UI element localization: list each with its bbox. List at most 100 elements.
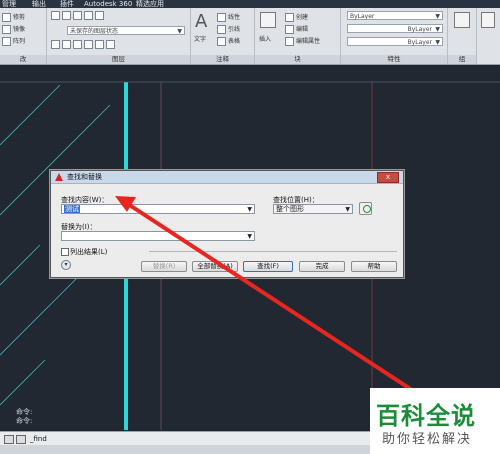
layer-icon	[73, 40, 82, 49]
mirror-icon	[2, 25, 11, 34]
text-icon[interactable]: A	[195, 11, 207, 32]
ribbon-modify-panel: 修剪 镜像 阵列 改	[0, 8, 47, 64]
lineweight-dropdown[interactable]: ByLayer ▼	[347, 37, 443, 46]
where-dropdown[interactable]: 整个图形 ▼	[273, 204, 353, 214]
linear-label: 线性	[228, 14, 241, 21]
linetype-value: ByLayer	[407, 26, 432, 33]
mirror-label: 镜像	[13, 26, 26, 33]
leader-icon	[217, 25, 226, 34]
array-label: 阵列	[13, 38, 26, 45]
select-objects-button[interactable]	[359, 202, 372, 215]
layer-state-value: 未保存的图层状态	[70, 28, 119, 35]
layer-icon	[51, 40, 60, 49]
trim-tool[interactable]: 修剪	[2, 12, 25, 22]
color-dropdown[interactable]: ByLayer ▼	[347, 11, 443, 20]
wrench-icon[interactable]	[4, 435, 14, 444]
dialog-title: 查找和替换	[67, 173, 102, 181]
edit-attributes-tool[interactable]: 编辑属性	[285, 36, 320, 46]
layer-icon	[62, 11, 71, 20]
divider	[149, 251, 397, 252]
command-history: 命令: 命令:	[16, 408, 32, 426]
ribbon-groups-panel: 组	[448, 8, 477, 64]
menu-item-manage[interactable]: 管理	[2, 0, 16, 8]
watermark: 百科全说 助你轻松解决	[370, 388, 500, 454]
dialog-title-bar[interactable]: 查找和替换 x	[51, 171, 403, 184]
array-icon	[2, 37, 11, 46]
where-value: 整个图形	[276, 205, 304, 213]
chevron-down-icon: ▼	[435, 26, 440, 33]
utilities-icon[interactable]	[481, 12, 495, 28]
edit-icon	[285, 25, 294, 34]
insert-label: 插入	[259, 36, 272, 43]
array-tool[interactable]: 阵列	[2, 36, 25, 46]
layer-icon	[62, 40, 71, 49]
layer-icon	[95, 11, 104, 20]
create-block-tool[interactable]: 创建	[285, 12, 308, 22]
mirror-tool[interactable]: 镜像	[2, 24, 25, 34]
chevron-down-icon: ▼	[177, 28, 182, 35]
command-history-line: 命令:	[16, 417, 33, 425]
replace-all-button[interactable]: 全部替换(A)	[192, 261, 238, 272]
table-tool[interactable]: 表格	[217, 36, 240, 46]
layer-tools	[51, 11, 106, 20]
chevron-down-icon: ▾	[64, 261, 68, 268]
hatch-line	[0, 244, 41, 286]
ribbon-layers-panel: 未保存的图层状态 ▼ 图层	[47, 8, 191, 64]
find-replace-dialog: 查找和替换 x 查找内容(W)： 测试 ▼ 查找位置(H)： 整个图形 ▼ 替换…	[50, 170, 404, 278]
panel-label-layers: 图层	[47, 55, 190, 64]
lineweight-value: ByLayer	[407, 39, 432, 46]
app-logo-icon	[55, 173, 63, 181]
insert-block-icon[interactable]	[260, 12, 276, 28]
chevron-down-icon: ▼	[435, 13, 440, 20]
find-button[interactable]: 查找(F)	[243, 261, 293, 272]
layer-icon	[95, 40, 104, 49]
done-button[interactable]: 完成	[299, 261, 345, 272]
menu-item-output[interactable]: 输出	[32, 0, 46, 8]
list-results-checkbox[interactable]	[61, 248, 69, 256]
replace-button[interactable]: 替换(R)	[141, 261, 187, 272]
menu-item-featured-apps[interactable]: 精选应用	[136, 0, 164, 8]
table-label: 表格	[228, 38, 241, 45]
ribbon-annotation-panel: A 文字 线性 引线 表格 注释	[191, 8, 255, 64]
close-button[interactable]: x	[377, 172, 399, 183]
layer-tools-2	[51, 40, 117, 49]
expand-options-button[interactable]: ▾	[61, 260, 71, 270]
ribbon-block-panel: 插入 创建 编辑 编辑属性 块	[255, 8, 341, 64]
panel-label-properties: 特性	[341, 55, 447, 64]
color-value: ByLayer	[350, 13, 375, 20]
linear-dim-tool[interactable]: 线性	[217, 12, 240, 22]
edit-label: 编辑	[296, 26, 309, 33]
edit-block-tool[interactable]: 编辑	[285, 24, 308, 34]
menu-item-plugins[interactable]: 插件	[60, 0, 74, 8]
list-results-label: 列出结果(L)	[70, 248, 108, 256]
chevron-down-icon: ▼	[345, 206, 350, 213]
ribbon-utilities-panel	[477, 8, 500, 64]
layer-icon	[73, 11, 82, 20]
group-icon[interactable]	[454, 12, 470, 28]
menu-item-autodesk360[interactable]: Autodesk 360	[84, 0, 132, 8]
trim-icon	[2, 13, 11, 22]
command-prompt-icon	[16, 435, 26, 444]
layer-icon	[106, 40, 115, 49]
create-icon	[285, 13, 294, 22]
layer-state-dropdown[interactable]: 未保存的图层状态 ▼	[67, 26, 185, 35]
chevron-down-icon: ▼	[247, 233, 252, 240]
linetype-dropdown[interactable]: ByLayer ▼	[347, 24, 443, 33]
watermark-title: 百科全说	[376, 402, 476, 430]
help-button[interactable]: 帮助	[351, 261, 397, 272]
replace-input[interactable]: ▼	[61, 231, 255, 241]
command-input[interactable]: _find	[30, 432, 47, 446]
trim-label: 修剪	[13, 14, 26, 21]
dimension-icon	[217, 13, 226, 22]
chevron-down-icon: ▼	[435, 39, 440, 46]
hatch-line	[0, 84, 61, 146]
find-value: 测试	[64, 205, 80, 213]
command-history-line: 命令:	[16, 408, 33, 416]
layer-icon	[84, 40, 93, 49]
find-input[interactable]: 测试 ▼	[61, 204, 255, 214]
leader-label: 引线	[228, 26, 241, 33]
hatch-line	[0, 359, 46, 406]
attribute-icon	[285, 37, 294, 46]
ribbon-properties-panel: ByLayer ▼ ByLayer ▼ ByLayer ▼ 特性	[341, 8, 448, 64]
leader-tool[interactable]: 引线	[217, 24, 240, 34]
